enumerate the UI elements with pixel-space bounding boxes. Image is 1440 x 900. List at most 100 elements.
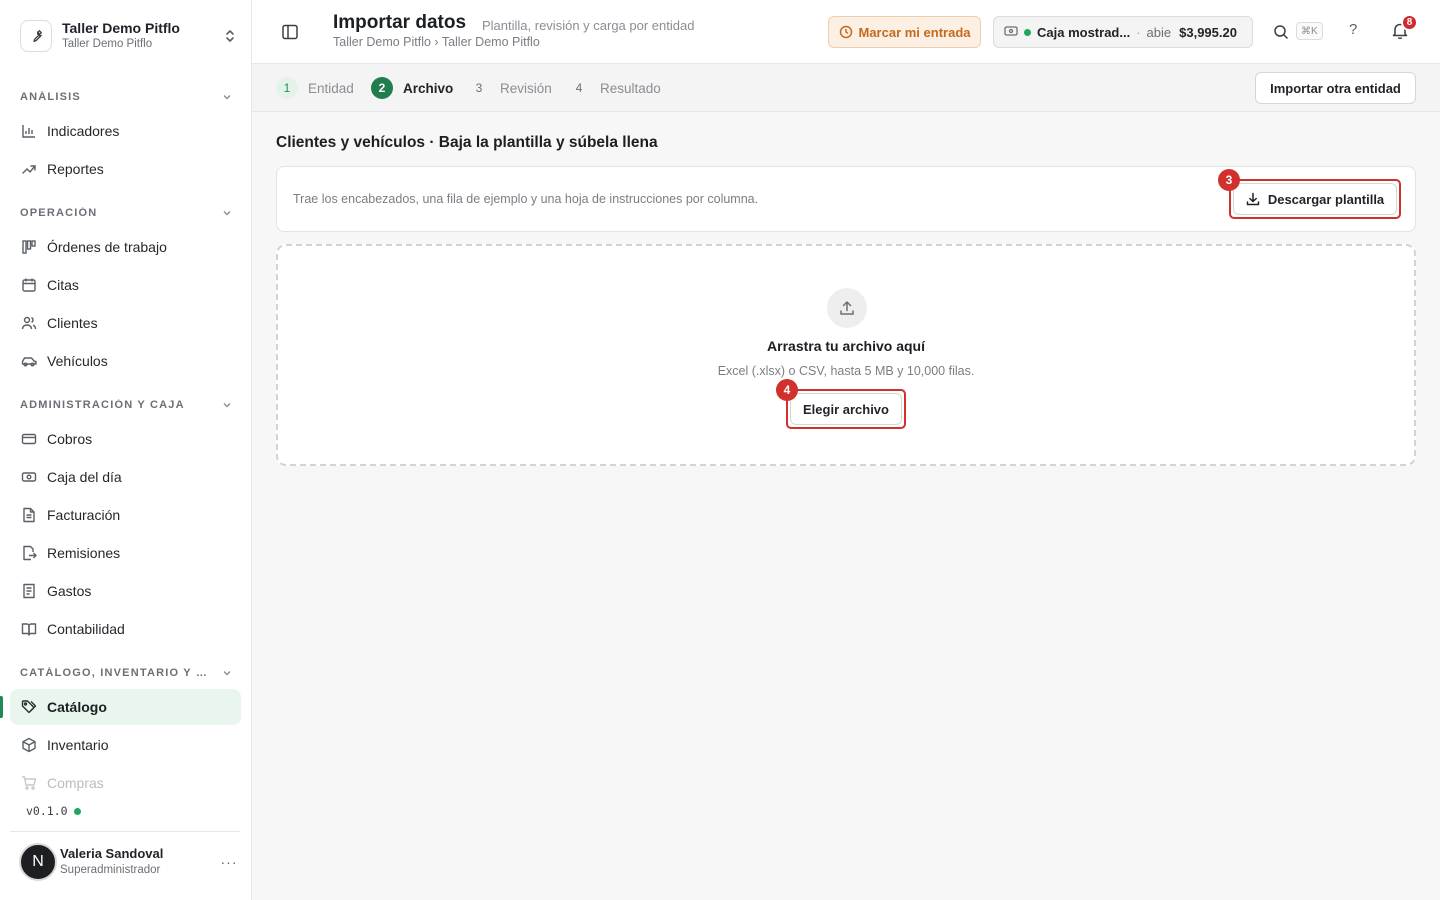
wrench-icon: [20, 20, 52, 52]
file-dropzone[interactable]: Arrastra tu archivo aquí Excel (.xlsx) o…: [276, 244, 1416, 466]
cashbox-amount: $3,995.20: [1179, 24, 1237, 40]
sidebar-item-label: Inventario: [47, 737, 109, 753]
org-name: Taller Demo Pitflo: [62, 20, 180, 36]
version-text: v0.1.0: [26, 804, 68, 818]
status-dot: [73, 807, 81, 815]
cashbox-selector[interactable]: Caja mostrad... · abie $3,995.20: [993, 16, 1253, 48]
sidebar: Taller Demo Pitflo Taller Demo Pitflo An…: [0, 0, 252, 900]
sidebar-item-label: Indicadores: [47, 123, 120, 139]
sidebar-item-label: Citas: [47, 277, 79, 293]
nav-section-catalogo[interactable]: Catálogo, inventario y co...: [20, 665, 232, 681]
nav-section-administracion[interactable]: Administración y caja: [20, 397, 232, 413]
sidebar-item-citas[interactable]: Citas: [10, 267, 241, 303]
sidebar-item-label: Vehículos: [47, 353, 108, 369]
file-export-icon: [20, 544, 38, 562]
upload-icon: [827, 288, 867, 328]
sidebar-item-label: Cobros: [47, 431, 93, 447]
sidebar-item-label: Clientes: [47, 315, 98, 331]
nav-section-analisis[interactable]: Análisis: [20, 89, 232, 105]
sidebar-item-label: Contabilidad: [47, 621, 125, 637]
sidebar-item-label: Facturación: [47, 507, 121, 523]
page-title: Importar datos: [333, 12, 467, 33]
sidebar-toggle-icon[interactable]: [280, 22, 300, 42]
import-other-entity-button[interactable]: Importar otra entidad: [1255, 72, 1416, 104]
user-role: Superadministrador: [60, 864, 161, 876]
template-card: Trae los encabezados, una fila de ejempl…: [276, 166, 1416, 232]
sidebar-item-cobros[interactable]: Cobros: [10, 421, 241, 457]
divider: [10, 831, 240, 832]
step-resultado: 4 Resultado: [568, 77, 661, 99]
calendar-icon: [20, 276, 38, 294]
main-content: 1 Entidad 2 Archivo 3 Revisión 4 Resulta…: [252, 64, 1440, 900]
step-label: Archivo: [403, 80, 454, 96]
sidebar-item-contabilidad[interactable]: Contabilidad: [10, 611, 241, 647]
tags-icon: [20, 698, 38, 716]
step-number: 3: [475, 81, 483, 95]
step-entidad[interactable]: 1 Entidad: [276, 77, 354, 99]
sidebar-item-ordenes[interactable]: Órdenes de trabajo: [10, 229, 241, 265]
cashbox-status-dot: [1024, 28, 1031, 36]
sidebar-item-label: Reportes: [47, 161, 104, 177]
sidebar-item-label: Remisiones: [47, 545, 121, 561]
user-name: Valeria Sandoval: [60, 846, 164, 861]
section-title: Clientes y vehículos · Baja la plantilla…: [276, 134, 658, 151]
sidebar-item-inventario[interactable]: Inventario: [10, 727, 241, 763]
more-icon[interactable]: ···: [217, 854, 241, 870]
step-label: Resultado: [600, 80, 661, 96]
users-icon: [20, 314, 38, 332]
page-subtitle: Plantilla, revisión y carga por entidad: [482, 18, 695, 33]
step-label: Revisión: [500, 80, 552, 96]
sidebar-item-reportes[interactable]: Reportes: [10, 151, 241, 187]
cashbox-status: abie: [1146, 24, 1172, 40]
sidebar-item-gastos[interactable]: Gastos: [10, 573, 241, 609]
breadcrumb[interactable]: Taller Demo Pitflo › Taller Demo Pitflo: [333, 35, 540, 49]
kanban-icon: [20, 238, 38, 256]
dropzone-subtitle: Excel (.xlsx) o CSV, hasta 5 MB y 10,000…: [717, 364, 975, 378]
chevron-down-icon: [222, 205, 232, 221]
download-template-label: Descargar plantilla: [1267, 191, 1385, 207]
bar-chart-icon: [20, 122, 38, 140]
user-menu[interactable]: N Valeria Sandoval Superadministrador ··…: [19, 842, 241, 882]
step-number: 2: [371, 77, 393, 99]
chevrons-up-down-icon: [222, 28, 238, 44]
sidebar-item-remisiones[interactable]: Remisiones: [10, 535, 241, 571]
sidebar-item-label: Catálogo: [47, 699, 107, 715]
cash-register-icon: [1004, 25, 1018, 40]
org-subtitle: Taller Demo Pitflo: [62, 38, 153, 50]
sidebar-item-label: Órdenes de trabajo: [47, 239, 167, 255]
cart-icon: [20, 774, 38, 792]
step-archivo[interactable]: 2 Archivo: [371, 77, 453, 99]
file-text-icon: [20, 506, 38, 524]
dropzone-title: Arrastra tu archivo aquí: [767, 338, 925, 354]
cashbox-separator: ·: [1136, 24, 1141, 40]
search-icon[interactable]: [1273, 24, 1289, 40]
car-icon: [20, 352, 38, 370]
step-number: 1: [276, 77, 298, 99]
org-switcher[interactable]: Taller Demo Pitflo Taller Demo Pitflo: [20, 16, 240, 56]
credit-card-icon: [20, 430, 38, 448]
nav-section-label: Catálogo, inventario y co...: [20, 667, 210, 679]
app-version: v0.1.0: [26, 804, 81, 818]
sidebar-item-catalogo[interactable]: Catálogo: [10, 689, 241, 725]
active-indicator: [0, 696, 3, 718]
checkin-button[interactable]: Marcar mi entrada: [828, 16, 981, 48]
help-icon[interactable]: ?: [1349, 21, 1357, 38]
annotation-badge: 3: [1218, 169, 1240, 191]
top-header: Importar datos Plantilla, revisión y car…: [252, 0, 1440, 64]
nav-section-operacion[interactable]: Operación: [20, 205, 232, 221]
avatar: N: [19, 843, 57, 881]
choose-file-button[interactable]: Elegir archivo: [790, 393, 902, 425]
download-template-button[interactable]: Descargar plantilla: [1233, 183, 1397, 215]
sidebar-item-vehiculos[interactable]: Vehículos: [10, 343, 241, 379]
sidebar-item-caja[interactable]: Caja del día: [10, 459, 241, 495]
checkin-label: Marcar mi entrada: [858, 24, 971, 40]
cashbox-name: Caja mostrad...: [1037, 24, 1131, 40]
step-label: Entidad: [308, 80, 354, 96]
sidebar-item-compras[interactable]: Compras: [10, 765, 241, 801]
sidebar-item-clientes[interactable]: Clientes: [10, 305, 241, 341]
sidebar-item-indicadores[interactable]: Indicadores: [10, 113, 241, 149]
chevron-down-icon: [222, 89, 232, 105]
receipt-icon: [20, 582, 38, 600]
sidebar-item-facturacion[interactable]: Facturación: [10, 497, 241, 533]
nav-section-label: Administración y caja: [20, 399, 185, 411]
